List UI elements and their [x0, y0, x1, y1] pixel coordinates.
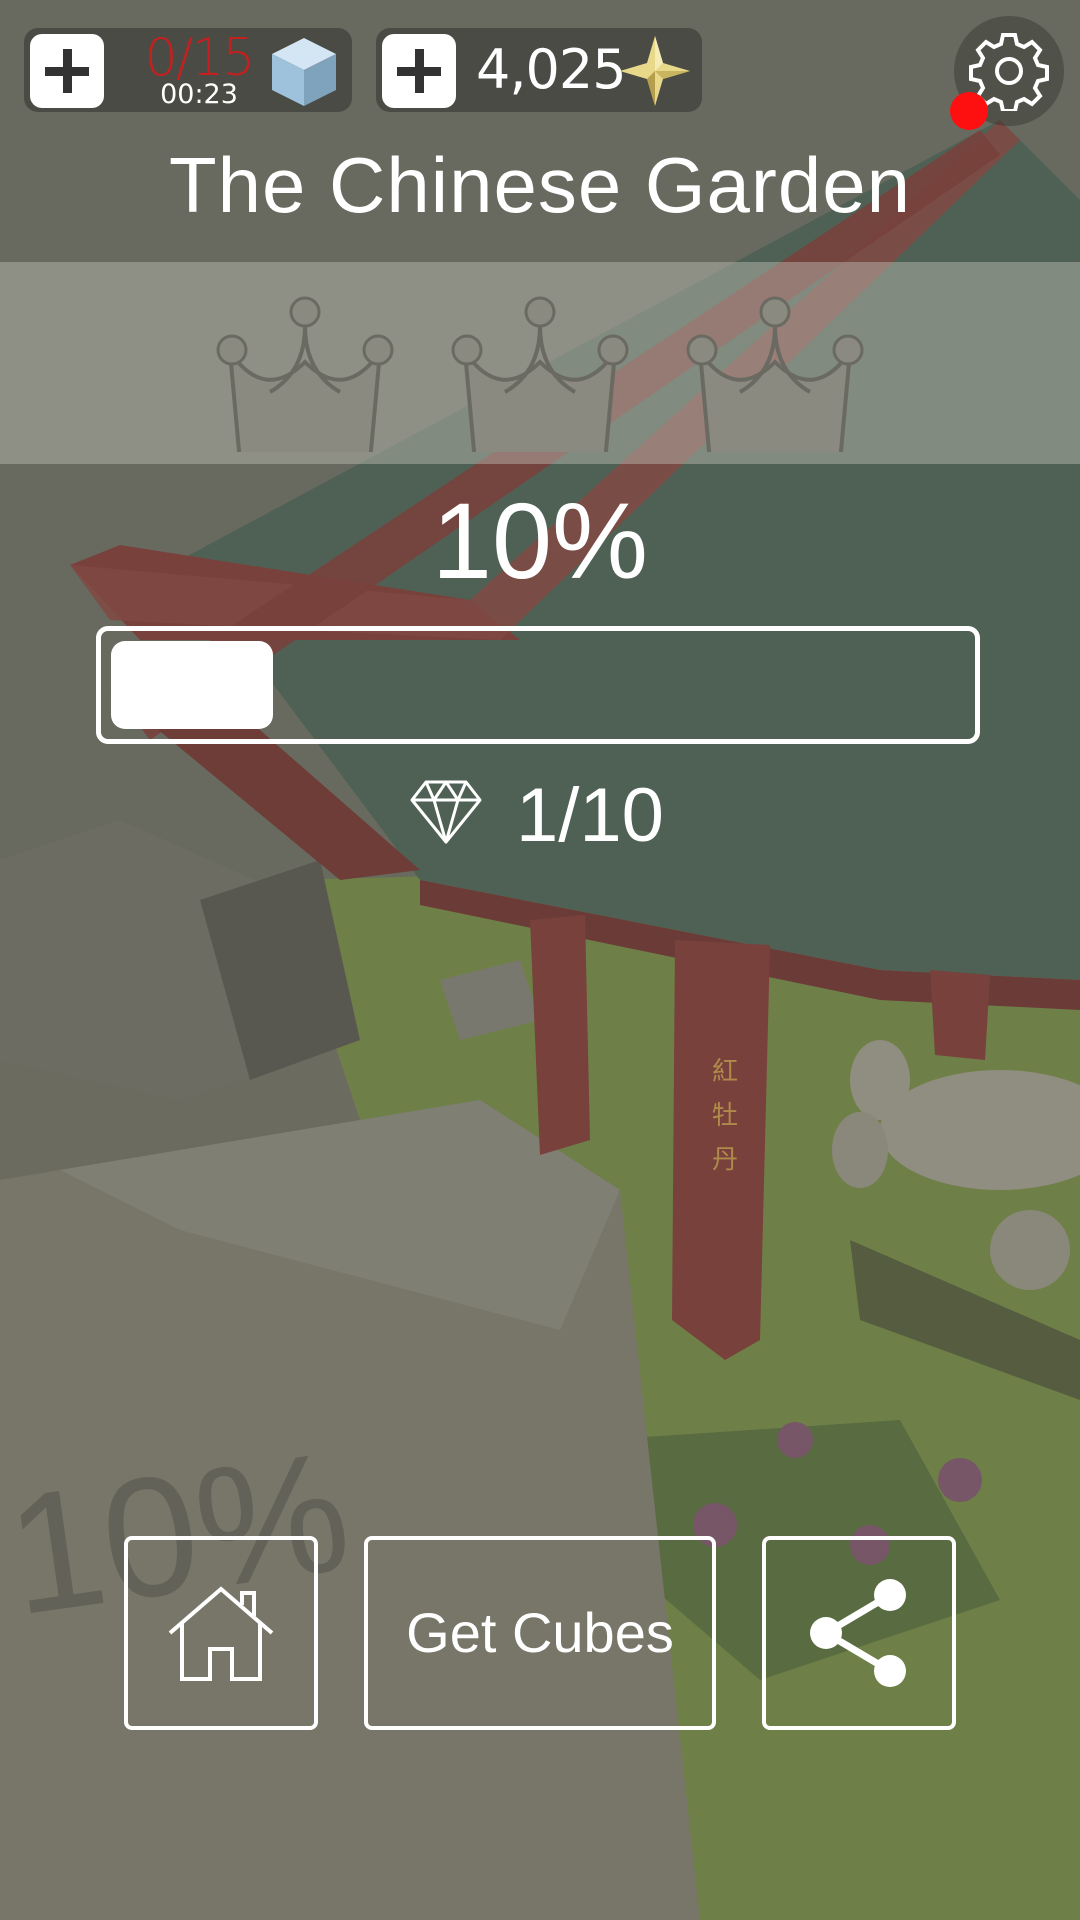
completion-percent: 10% — [431, 480, 649, 601]
completion-progress-bar — [96, 626, 980, 744]
cube-refill-timer: 00:23 — [160, 79, 238, 110]
level-title: The Chinese Garden — [168, 141, 912, 229]
stars-counter-panel: 4,025 — [376, 28, 702, 112]
share-icon — [810, 1579, 906, 1687]
crowns-rating — [0, 262, 1080, 464]
star-icon — [620, 36, 690, 106]
crown-icon — [451, 296, 629, 452]
gems-collected: 1/10 — [0, 766, 1080, 866]
stars-amount: 4,025 — [476, 38, 627, 101]
diamond-icon — [410, 780, 482, 844]
cubes-counter-panel: 0/15 00:23 — [24, 28, 352, 112]
share-button[interactable] — [762, 1536, 956, 1730]
pillar-inscription: 紅牡丹 — [711, 1057, 738, 1175]
progress-fill — [111, 641, 273, 729]
home-icon — [168, 1586, 274, 1681]
cube-icon — [272, 38, 336, 106]
add-stars-plus-icon[interactable] — [382, 34, 456, 108]
settings-notification-badge — [950, 92, 988, 130]
add-cubes-plus-icon[interactable] — [30, 34, 104, 108]
gem-count: 1/10 — [516, 773, 664, 858]
crown-icon — [216, 296, 394, 452]
home-button[interactable] — [124, 1536, 318, 1730]
crown-icon — [686, 296, 864, 452]
get-cubes-button[interactable]: Get Cubes — [364, 1536, 716, 1730]
get-cubes-label: Get Cubes — [406, 1601, 674, 1664]
